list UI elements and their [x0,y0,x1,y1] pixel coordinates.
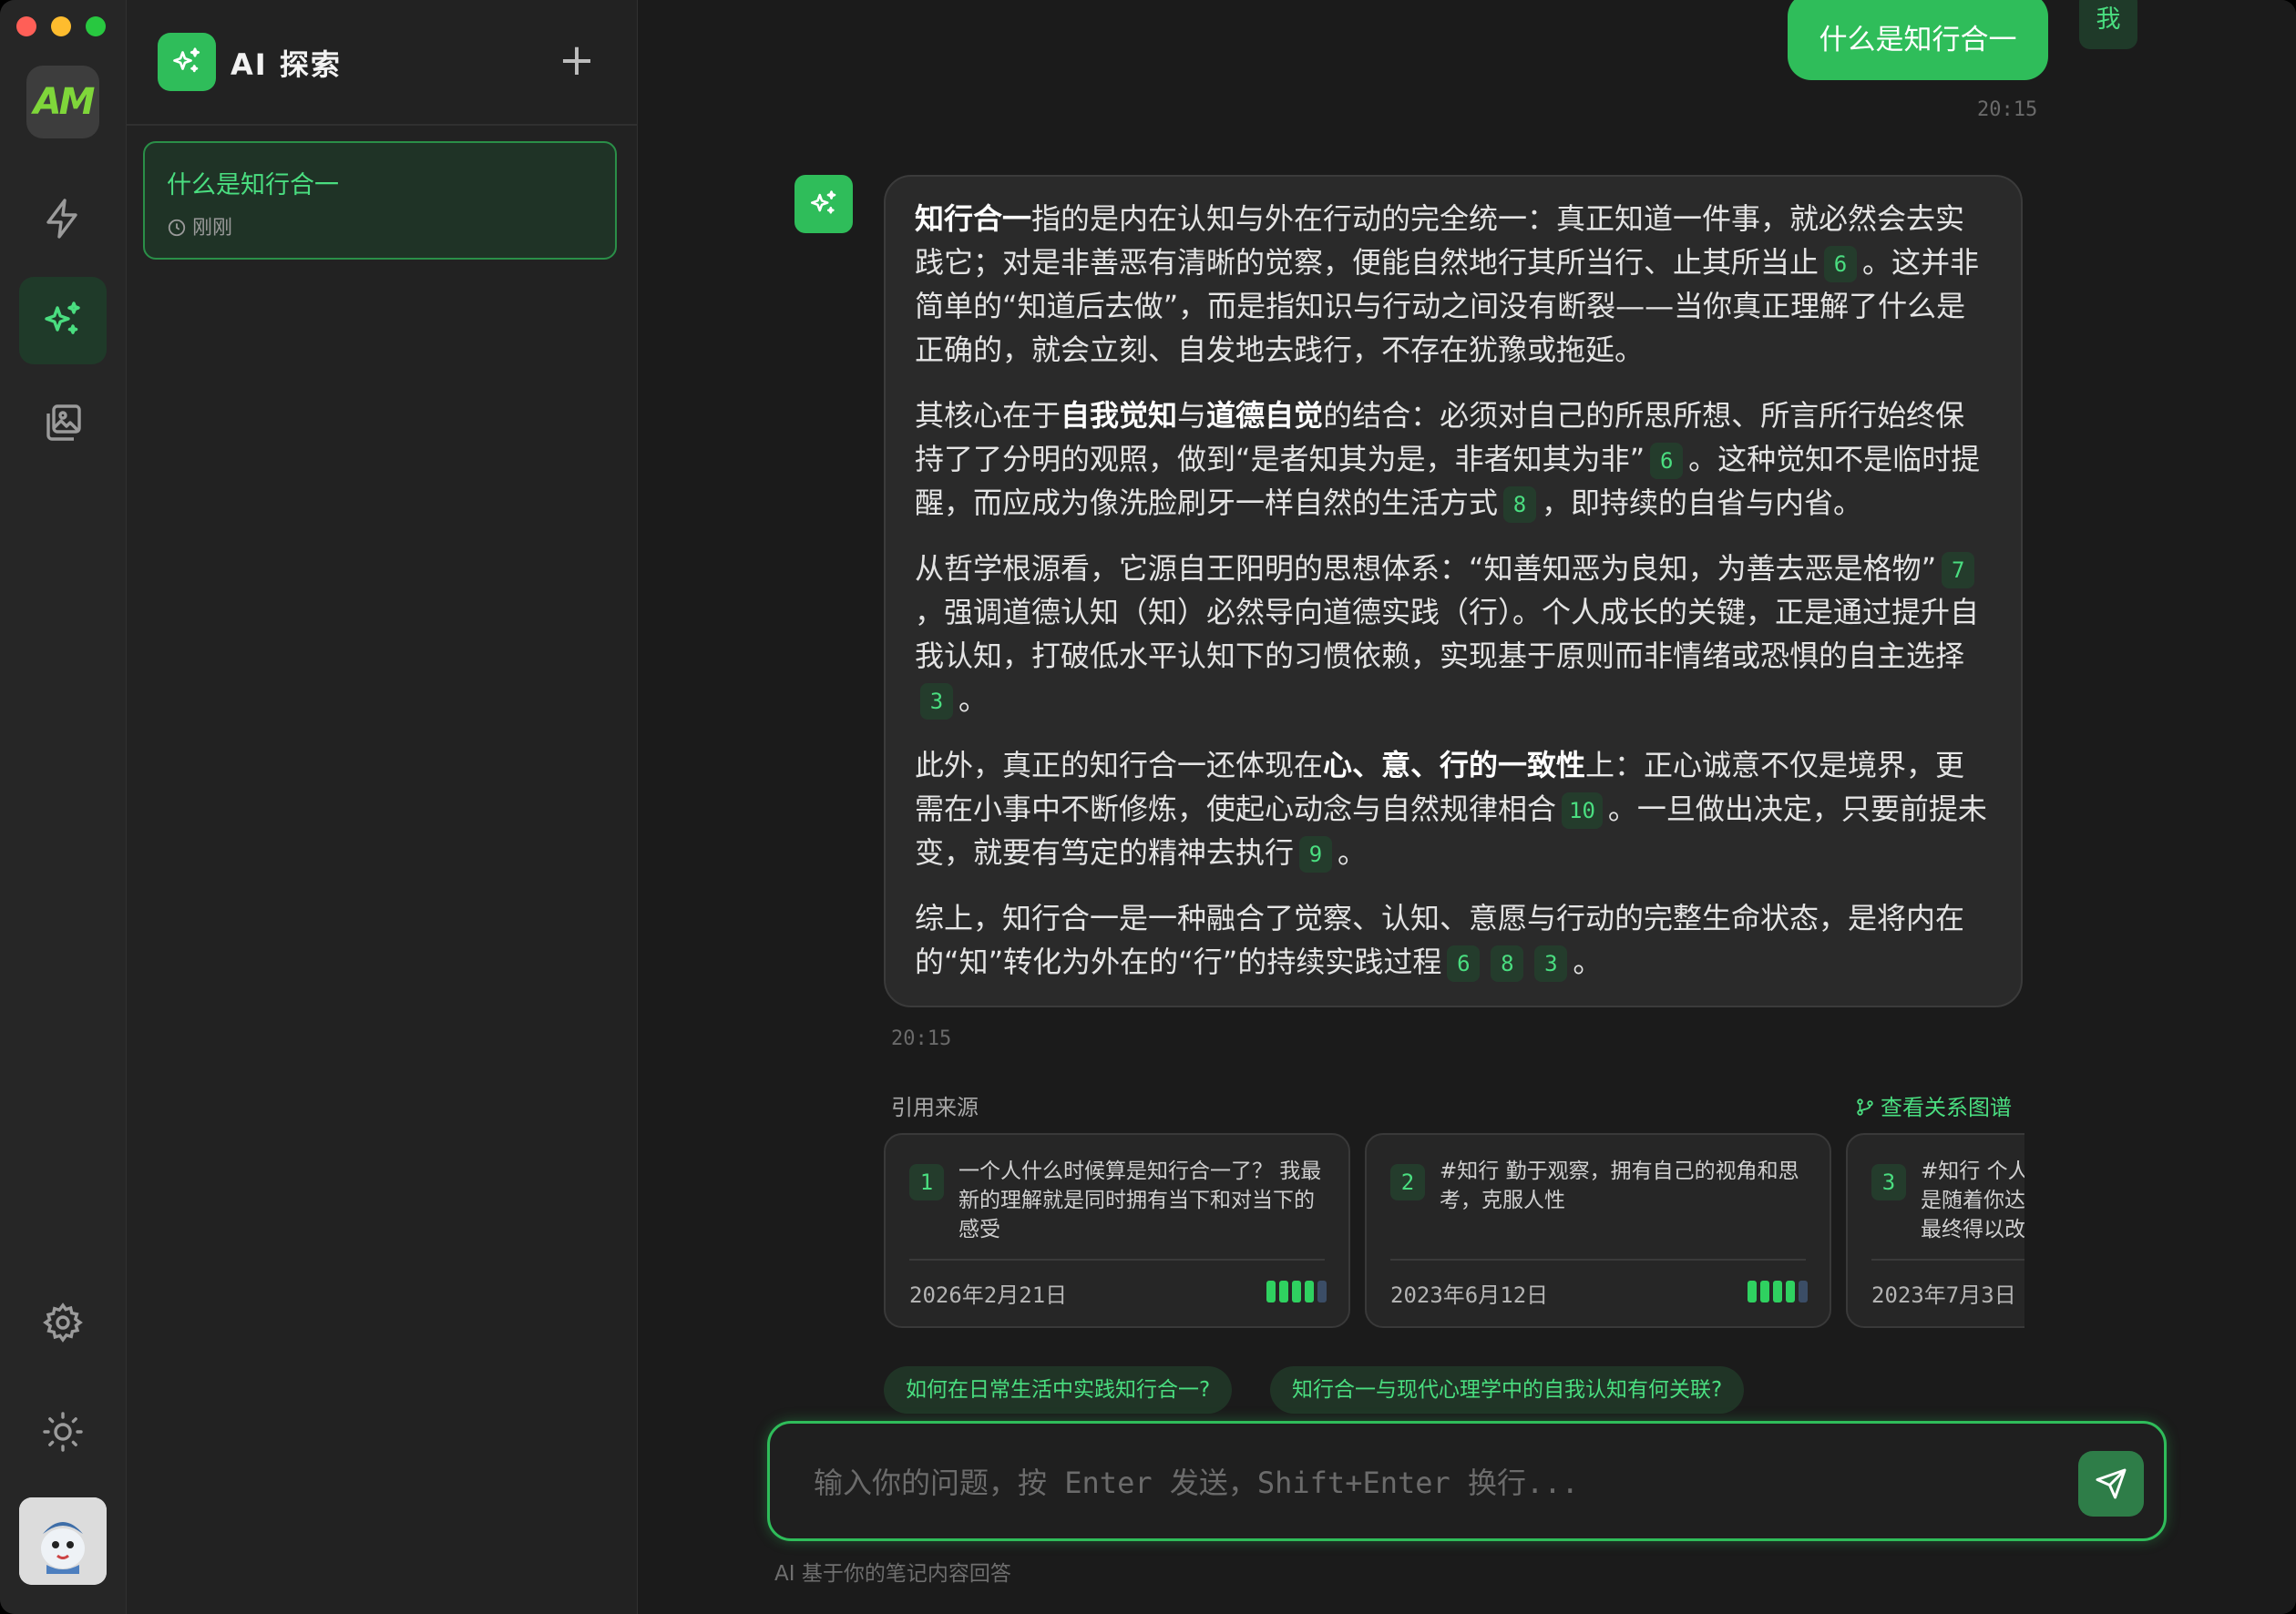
user-message-time: 20:15 [1977,98,2038,121]
citation-badge[interactable]: 10 [1562,792,1603,829]
assistant-message-bubble: 知行合一指的是内在认知与外在行动的完全统一：真正知道一件事，就必然会去实践它；对… [884,175,2023,1007]
view-graph-text: 查看关系图谱 [1881,1095,2012,1120]
graph-icon [1857,1098,1873,1116]
answer-paragraph: 其核心在于自我觉知与道德自觉的结合：必须对自己的所思所想、所言所行始终保持了了分… [915,393,1992,525]
answer-text: 综上，知行合一是一种融合了觉察、认知、意愿与行动的完整生命状态，是将内在的“知”… [915,901,1965,979]
citation-badge[interactable]: 7 [1942,552,1975,588]
sun-icon [43,1412,83,1452]
source-number: 2 [1390,1164,1425,1200]
source-card[interactable]: 1 一个人什么时候算是知行合一了？ 我最新的理解就是同时拥有当下和对当下的感受 … [884,1133,1350,1328]
send-icon [2096,1468,2127,1499]
citation-badge[interactable]: 3 [1534,945,1568,982]
relevance-meter [1744,1281,1808,1306]
citation-badge[interactable]: 8 [1503,486,1537,523]
divider [909,1259,1325,1261]
left-rail: AM [0,0,127,1614]
panel-header: AI 探索 + [127,0,637,126]
answer-paragraph: 知行合一指的是内在认知与外在行动的完全统一：真正知道一件事，就必然会去实践它；对… [915,197,1992,372]
chat-input[interactable] [812,1456,2036,1509]
ai-brand-icon [158,33,216,91]
answer-text: 指的是内在认知与外在行动的完全统一：真正知道一件事，就必然会去实践它；对是非善恶… [915,201,1965,280]
answer-bold: 心、意、行的一致性 [1323,748,1586,782]
source-card[interactable]: 3 #知行 个人是随着你达最终得以改 2023年7月3日 [1846,1133,2024,1328]
source-date: 2023年7月3日 [1871,1282,2016,1308]
relevance-meter [1263,1281,1327,1306]
source-snippet: #知行 勤于观察，拥有自己的视角和思考，克服人性 [1440,1159,1799,1212]
app-logo-text: AM [33,81,96,123]
answer-paragraph: 此外，真正的知行合一还体现在心、意、行的一致性上：正心诚意不仅是境界，更需在小事… [915,743,1992,874]
images-icon [46,404,81,441]
clock-icon [168,219,186,237]
panel-title: AI 探索 [231,47,342,82]
view-graph-link[interactable]: 查看关系图谱 [1855,1089,2012,1121]
user-avatar[interactable] [19,1497,107,1585]
citation-badge[interactable]: 6 [1650,443,1684,479]
sparkles-icon [810,190,836,214]
source-snippet: 一个人什么时候算是知行合一了？ 我最新的理解就是同时拥有当下和对当下的感受 [958,1159,1322,1241]
user-message-text: 什么是知行合一 [1819,24,2017,56]
assistant-message-time: 20:15 [891,1027,952,1050]
source-date: 2026年2月21日 [909,1282,1068,1308]
rail-lightning-button[interactable] [19,175,107,262]
answer-text: ，即持续的自省与内省。 [1542,485,1863,520]
divider [1871,1259,2024,1261]
answer-text: 与 [1177,398,1207,433]
divider [1390,1259,1806,1261]
answer-text: 。 [1573,945,1603,979]
user-message-avatar: 我 [2079,0,2137,49]
answer-bold: 道德自觉 [1206,398,1324,433]
session-time-text: 刚刚 [192,217,233,240]
answer-text: 其核心在于 [915,398,1061,433]
answer-paragraph: 综上，知行合一是一种融合了觉察、认知、意愿与行动的完整生命状态，是将内在的“知”… [915,896,1992,984]
gear-icon [43,1302,83,1343]
source-number: 3 [1871,1164,1906,1200]
answer-bold: 知行合一 [915,201,1032,236]
lightning-icon [46,199,77,239]
citation-badge[interactable]: 6 [1447,945,1481,982]
user-message-bubble: 什么是知行合一 [1788,0,2048,80]
answer-bold: 自我觉知 [1061,398,1178,433]
session-time: 刚刚 [167,211,232,240]
citation-badge[interactable]: 6 [1824,246,1858,282]
footer-note: AI 基于你的笔记内容回答 [774,1562,1011,1586]
answer-text: 。 [1338,835,1368,870]
chat-input-box[interactable] [767,1421,2167,1541]
settings-button[interactable] [19,1279,107,1366]
session-title: 什么是知行合一 [167,171,339,199]
maximize-window-button[interactable] [86,16,106,36]
suggestion-chip[interactable]: 如何在日常生活中实践知行合一? [884,1366,1233,1414]
close-window-button[interactable] [16,16,36,36]
sources-carousel[interactable]: 1 一个人什么时候算是知行合一了？ 我最新的理解就是同时拥有当下和对当下的感受 … [884,1133,2024,1328]
source-card[interactable]: 2 #知行 勤于观察，拥有自己的视角和思考，克服人性 2023年6月12日 [1365,1133,1831,1328]
app-window: AM AI 探索 + 什么是知行合一 刚刚 什么是知行合一 我 20:15 知行… [0,0,2296,1614]
app-logo[interactable]: AM [26,66,99,138]
session-panel: AI 探索 + 什么是知行合一 刚刚 [127,0,639,1614]
citation-badge[interactable]: 3 [920,683,953,720]
send-button[interactable] [2078,1451,2144,1517]
rail-ai-explore-button[interactable] [19,277,107,364]
chat-area: 什么是知行合一 我 20:15 知行合一指的是内在认知与外在行动的完全统一：真正… [638,0,2296,1614]
answer-text: 从哲学根源看，它源自王阳明的思想体系：“知善知恶为良知，为善去恶是格物” [915,551,1937,586]
minimize-window-button[interactable] [51,16,71,36]
session-item[interactable]: 什么是知行合一 刚刚 [143,141,617,260]
source-snippet: #知行 个人是随着你达最终得以改 [1921,1159,2024,1241]
source-date: 2023年6月12日 [1390,1282,1549,1308]
answer-paragraph: 从哲学根源看，它源自王阳明的思想体系：“知善知恶为良知，为善去恶是格物” 7 ，强调… [915,547,1992,721]
citation-badge[interactable]: 8 [1491,945,1524,982]
theme-toggle-button[interactable] [19,1388,107,1476]
answer-text: 。 [958,682,989,717]
sparkles-icon [45,301,80,334]
answer-text: 此外，真正的知行合一还体现在 [915,748,1324,782]
new-chat-button[interactable]: + [551,36,602,87]
suggestion-chip[interactable]: 知行合一与现代心理学中的自我认知有何关联? [1270,1366,1745,1414]
rail-gallery-button[interactable] [19,379,107,466]
sources-label: 引用来源 [891,1095,979,1120]
answer-text: ，强调道德认知（知）必然导向道德实践（行）。个人成长的关键，正是通过提升自我认知… [915,595,1980,673]
assistant-avatar [794,175,853,233]
source-number: 1 [909,1164,944,1200]
citation-badge[interactable]: 9 [1299,836,1333,873]
